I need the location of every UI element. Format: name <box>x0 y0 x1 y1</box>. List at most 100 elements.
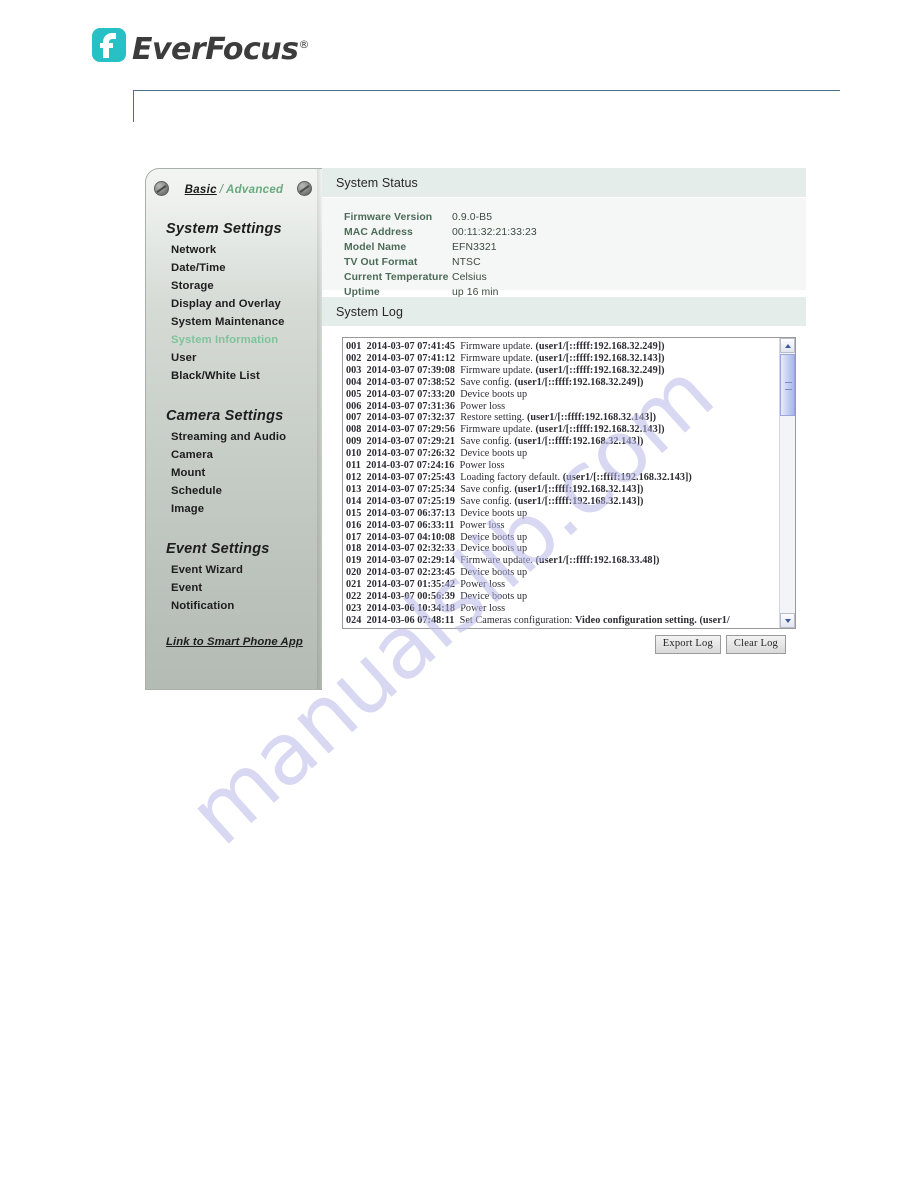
log-entry-index: 014 <box>346 495 367 507</box>
status-label: TV Out Format <box>344 257 418 268</box>
sidebar-item-date-time[interactable]: Date/Time <box>171 262 322 274</box>
log-entry-index: 024 <box>346 614 367 626</box>
log-entry: 009 2014-03-07 07:29:21 Save config. (us… <box>346 436 795 448</box>
log-entry-index: 011 <box>346 460 367 472</box>
tab-separator: / <box>219 184 223 196</box>
log-entry: 005 2014-03-07 07:33:20 Device boots up <box>346 389 795 401</box>
sidebar-item-notification[interactable]: Notification <box>171 600 322 612</box>
log-entry-message: Power loss <box>459 460 505 472</box>
log-entry-detail: (user1/[::ffff:192.168.32.143]) <box>535 424 665 436</box>
log-entry: 004 2014-03-07 07:38:52 Save config. (us… <box>346 377 795 389</box>
log-entry-detail: (user1/[::ffff:192.168.32.143]) <box>514 495 644 507</box>
scrollbar-thumb[interactable] <box>780 354 795 416</box>
link-to-smart-phone-app[interactable]: Link to Smart Phone App <box>166 636 322 648</box>
log-entry-detail: (user1/[::ffff:192.168.32.143]) <box>526 412 657 424</box>
scroll-up-button[interactable] <box>780 338 795 353</box>
system-log-title: System Log <box>336 304 404 319</box>
log-entry-timestamp: 2014-03-07 07:32:37 <box>366 412 461 424</box>
log-entry-message: Save config. <box>460 376 515 388</box>
log-entry-message: Restore setting. <box>460 412 527 424</box>
log-actions: Export Log Clear Log <box>342 629 796 654</box>
brand-name-text: EverFocus <box>132 32 299 67</box>
log-entry: 001 2014-03-07 07:41:45 Firmware update.… <box>346 341 795 353</box>
status-row-mac-address: MAC Address 00:11:32:21:33:23 <box>344 226 806 239</box>
log-entry-message: Device boots up <box>460 448 528 460</box>
system-status-title: System Status <box>336 175 418 190</box>
log-entry-detail: Video configuration setting. (user1/ <box>575 614 730 626</box>
log-entry-timestamp: 2014-03-06 07:48:11 <box>366 614 460 626</box>
nav-group-title-system-settings: System Settings <box>166 221 282 237</box>
brand-name: EverFocus® <box>132 28 309 67</box>
status-value: 00:11:32:21:33:23 <box>452 227 537 238</box>
log-entry-message: Firmware update. <box>460 555 536 567</box>
sidebar-item-display-and-overlay[interactable]: Display and Overlay <box>171 298 322 310</box>
sidebar-item-camera[interactable]: Camera <box>171 449 322 461</box>
export-log-button[interactable]: Export Log <box>654 635 721 654</box>
log-entry-timestamp: 2014-03-07 06:37:13 <box>366 507 461 519</box>
log-entry-message: Save config. <box>460 436 515 448</box>
screw-icon-left <box>154 181 169 196</box>
sidebar-item-streaming-and-audio[interactable]: Streaming and Audio <box>171 431 322 443</box>
sidebar-item-system-information[interactable]: System Information <box>171 334 322 346</box>
log-entry-message: Save config. <box>460 495 515 507</box>
sidebar-item-mount[interactable]: Mount <box>171 467 322 479</box>
system-status-header: System Status <box>322 168 806 198</box>
sidebar-item-user[interactable]: User <box>171 352 322 364</box>
status-row-model-name: Model Name EFN3321 <box>344 241 806 254</box>
status-value: up 16 min <box>452 287 499 298</box>
clear-log-button[interactable]: Clear Log <box>725 635 786 654</box>
log-listbox[interactable]: 001 2014-03-07 07:41:45 Firmware update.… <box>342 337 796 629</box>
log-entry-message: Save config. <box>460 483 515 495</box>
log-entry-timestamp: 2014-03-07 07:39:08 <box>366 364 461 376</box>
status-value: 0.9.0-B5 <box>452 212 493 223</box>
log-entry-index: 020 <box>346 567 367 579</box>
sidebar-item-schedule[interactable]: Schedule <box>171 485 322 497</box>
sidebar-item-black-white-list[interactable]: Black/White List <box>171 370 322 382</box>
log-entry-detail: (user1/[::ffff:192.168.32.143]) <box>535 352 665 364</box>
sidebar-item-event[interactable]: Event <box>171 582 322 594</box>
log-entry-index: 012 <box>346 471 367 483</box>
sidebar: Basic / Advanced System Settings Network… <box>145 168 322 690</box>
log-entry-message: Device boots up <box>460 567 528 579</box>
sidebar-item-network[interactable]: Network <box>171 244 322 256</box>
tab-basic[interactable]: Basic <box>185 184 217 196</box>
log-entry-index: 017 <box>346 531 367 543</box>
log-entry: 017 2014-03-07 04:10:08 Device boots up <box>346 532 795 544</box>
log-entry-index: 010 <box>346 448 367 460</box>
log-entry-timestamp: 2014-03-07 07:31:36 <box>366 400 461 412</box>
log-entry-timestamp: 2014-03-07 07:25:34 <box>366 483 461 495</box>
log-entry-index: 003 <box>346 364 367 376</box>
tab-advanced[interactable]: Advanced <box>226 184 283 196</box>
log-entry-index: 009 <box>346 436 367 448</box>
log-entry-timestamp: 2014-03-07 06:33:11 <box>366 519 460 531</box>
log-entry-message: Firmware update. <box>460 352 536 364</box>
log-entry-detail: (user1/[::ffff:192.168.32.249]) <box>514 376 644 388</box>
log-entry-message: Device boots up <box>460 507 528 519</box>
scroll-down-button[interactable] <box>780 613 795 628</box>
status-row-current-temperature: Current Temperature Celsius <box>344 271 806 284</box>
registered-trademark-icon: ® <box>298 38 309 51</box>
log-entry-detail: (user1/[::ffff:192.168.32.249]) <box>535 364 665 376</box>
sidebar-item-system-maintenance[interactable]: System Maintenance <box>171 316 322 328</box>
sidebar-item-image[interactable]: Image <box>171 503 322 515</box>
log-entry-detail: (user1/[::ffff:192.168.32.143]) <box>562 471 692 483</box>
log-entry-index: 015 <box>346 507 367 519</box>
log-entry-timestamp: 2014-03-07 02:29:14 <box>366 555 461 567</box>
sidebar-item-event-wizard[interactable]: Event Wizard <box>171 564 322 576</box>
log-entry-message: Power loss <box>460 602 506 614</box>
log-entry-index: 021 <box>346 579 367 591</box>
log-entry-index: 004 <box>346 376 367 388</box>
log-entry-index: 022 <box>346 591 367 603</box>
log-entry: 024 2014-03-06 07:48:11 Set Cameras conf… <box>346 615 795 627</box>
log-entry-message: Device boots up <box>460 531 528 543</box>
log-entry: 021 2014-03-07 01:35:42 Power loss <box>346 579 795 591</box>
log-entry-message: Set Cameras configuration: <box>459 614 576 626</box>
status-label: Firmware Version <box>344 212 433 223</box>
nav-group-title-event-settings: Event Settings <box>166 541 270 557</box>
sidebar-item-storage[interactable]: Storage <box>171 280 322 292</box>
status-row-firmware-version: Firmware Version 0.9.0-B5 <box>344 211 806 224</box>
log-scrollbar[interactable] <box>779 338 795 628</box>
log-entry: 012 2014-03-07 07:25:43 Loading factory … <box>346 472 795 484</box>
log-entry-timestamp: 2014-03-07 07:29:21 <box>366 436 461 448</box>
log-entry: 015 2014-03-07 06:37:13 Device boots up <box>346 508 795 520</box>
